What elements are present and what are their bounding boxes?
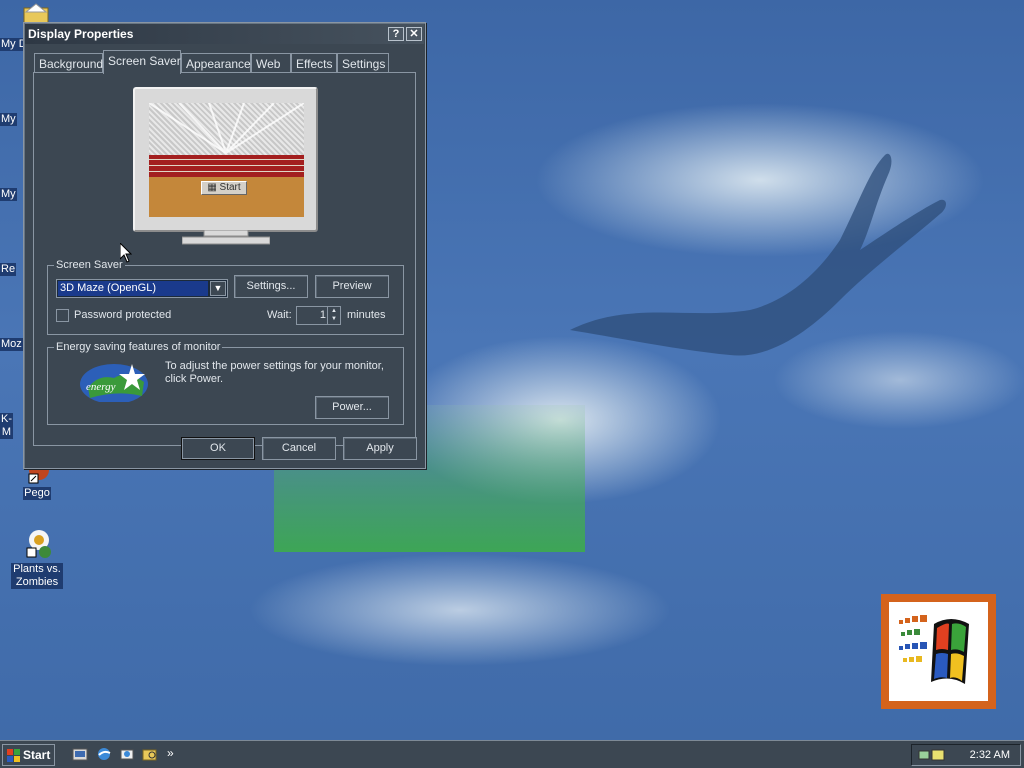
start-label: Start	[23, 748, 51, 762]
start-button[interactable]: Start	[2, 744, 55, 766]
desktop-icon-plants-vs-zombies[interactable]: Plants vs. Zombies	[8, 528, 66, 589]
power-button[interactable]: Power...	[315, 396, 389, 419]
windows-explorer-icon[interactable]	[142, 746, 158, 762]
display-properties-window: Display Properties ? ✕ Background Screen…	[23, 22, 426, 469]
preview-screen: ▦ Start	[149, 103, 304, 217]
preview-button[interactable]: Preview	[315, 275, 389, 298]
password-label: Password protected	[74, 309, 172, 321]
energy-star-icon: energy	[80, 364, 148, 402]
window-title: Display Properties	[28, 27, 134, 41]
monitor-preview: ▦ Start	[133, 87, 318, 232]
screen-saver-selected: 3D Maze (OpenGL)	[58, 281, 208, 296]
close-button[interactable]: ✕	[406, 27, 422, 41]
screen-saver-dropdown[interactable]: 3D Maze (OpenGL) ▼	[56, 279, 228, 298]
minutes-label: minutes	[347, 309, 386, 321]
internet-explorer-icon[interactable]	[96, 746, 112, 762]
settings-button[interactable]: Settings...	[234, 275, 308, 298]
taskbar: Start » 2:32 AM	[0, 740, 1024, 768]
energy-group: Energy saving features of monitor energy…	[47, 341, 404, 425]
diver-silhouette	[570, 153, 946, 356]
tab-settings[interactable]: Settings	[337, 53, 389, 73]
tab-effects[interactable]: Effects	[291, 53, 337, 73]
screen-saver-group: Screen Saver 3D Maze (OpenGL) ▼ Settings…	[47, 259, 404, 335]
windows-flag-icon	[899, 615, 969, 684]
preview-start-button: ▦ Start	[201, 181, 247, 195]
screen-saver-panel: ▦ Start Screen Saver 3D Maze (OpenGL) ▼ …	[33, 72, 416, 446]
tab-background[interactable]: Background	[34, 53, 103, 73]
title-bar[interactable]: Display Properties ? ✕	[25, 24, 424, 44]
sunflower-icon	[26, 530, 51, 558]
network-tray-icon[interactable]	[918, 748, 948, 764]
wait-minutes-spinner[interactable]: 1 ▲ ▼	[296, 306, 341, 325]
show-desktop-icon[interactable]	[72, 746, 88, 762]
desktop-icon-label: Re	[0, 263, 17, 276]
desktop-icon-label: My	[0, 113, 17, 126]
tab-appearance[interactable]: Appearance	[181, 53, 251, 73]
tab-screen-saver[interactable]: Screen Saver	[103, 50, 181, 74]
wait-value: 1	[319, 309, 326, 321]
windows-logo	[881, 594, 996, 709]
energy-description: To adjust the power settings for your mo…	[165, 360, 384, 385]
screen-saver-group-label: Screen Saver	[54, 259, 125, 271]
system-tray: 2:32 AM	[911, 744, 1021, 766]
apply-button[interactable]: Apply	[343, 437, 417, 460]
monitor-stand	[182, 230, 270, 245]
outlook-express-icon[interactable]	[119, 746, 135, 762]
desktop-icon-label: Plants vs. Zombies	[11, 563, 63, 589]
svg-text:energy: energy	[86, 381, 116, 393]
energy-group-label: Energy saving features of monitor	[54, 341, 223, 353]
chevron-down-icon[interactable]: ▼	[210, 281, 226, 296]
clock[interactable]: 2:32 AM	[970, 749, 1010, 761]
help-button[interactable]: ?	[388, 27, 404, 41]
quick-launch-overflow[interactable]: »	[167, 746, 174, 760]
desktop-icon-label: Moz	[0, 338, 23, 351]
ok-button[interactable]: OK	[181, 437, 255, 460]
wait-label: Wait:	[267, 309, 292, 321]
spinner-arrows-icon[interactable]: ▲ ▼	[327, 307, 340, 324]
desktop-icon-label: My	[0, 188, 17, 201]
password-checkbox[interactable]	[56, 309, 69, 322]
desktop-icon-label: Pego	[23, 487, 51, 500]
maze-ceiling-lines	[149, 103, 304, 154]
tab-web[interactable]: Web	[251, 53, 291, 73]
mouse-cursor-icon	[120, 243, 132, 263]
windows-flag-icon	[7, 749, 20, 762]
desktop-icon-label: K-M	[0, 413, 13, 439]
cancel-button[interactable]: Cancel	[262, 437, 336, 460]
